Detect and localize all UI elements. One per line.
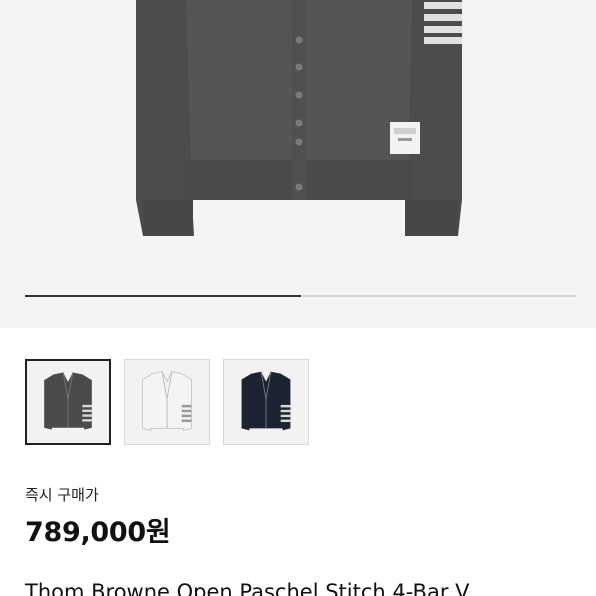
- cardigan-image: [136, 0, 462, 236]
- cardigan-thumbnail-icon: [241, 371, 291, 431]
- thumbnail-grey-cardigan[interactable]: [25, 359, 111, 445]
- thumbnail-white-cardigan[interactable]: [124, 359, 210, 445]
- thumbnail-strip: [25, 359, 309, 445]
- gallery-progress-fill: [25, 295, 301, 297]
- price-value: 789,000원: [25, 517, 171, 548]
- price-label: 즉시 구매가: [25, 486, 99, 504]
- gallery-progress-track: [25, 295, 576, 297]
- cardigan-thumbnail-icon: [142, 371, 192, 431]
- thumbnail-navy-cardigan[interactable]: [223, 359, 309, 445]
- cardigan-thumbnail-icon: [44, 372, 92, 430]
- product-main-image[interactable]: [0, 0, 596, 328]
- product-title: Thom Browne Open Paschel Stitch 4-Bar V: [25, 580, 470, 596]
